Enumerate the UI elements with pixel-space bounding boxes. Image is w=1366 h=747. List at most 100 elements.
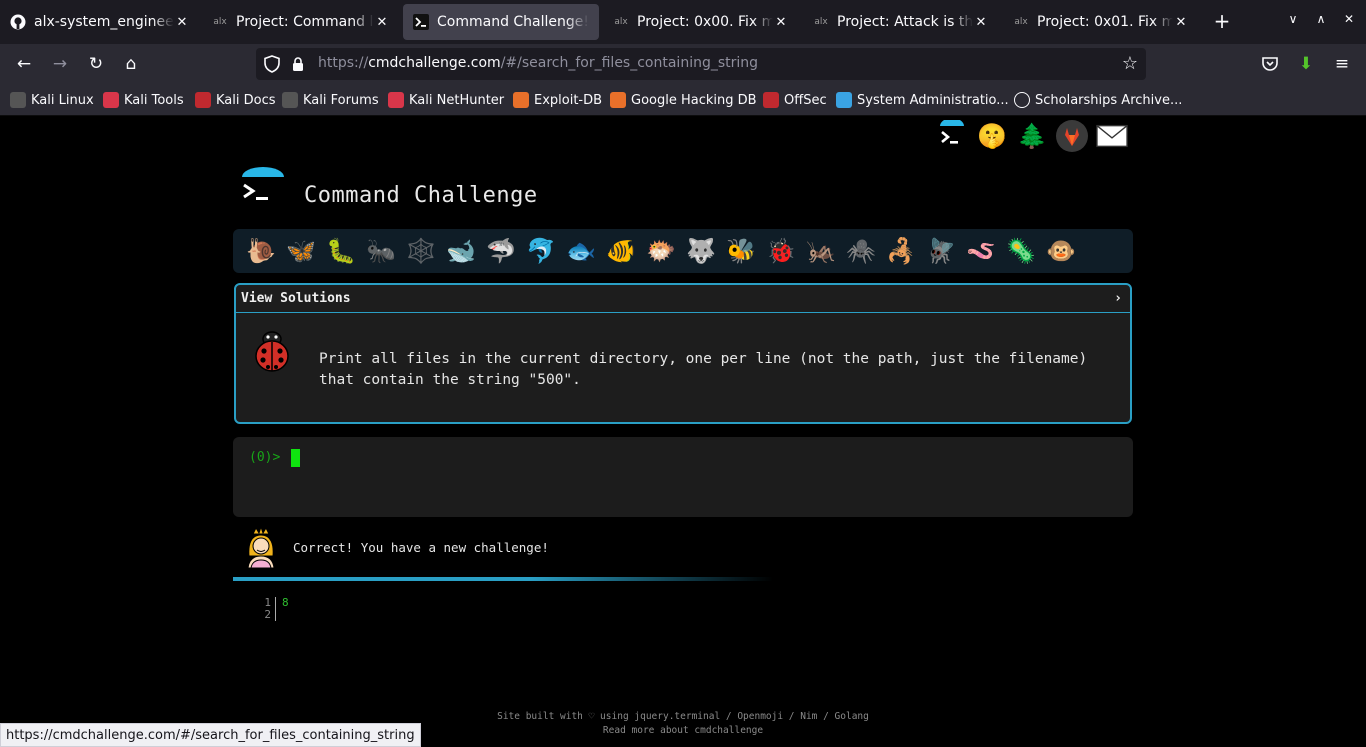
shark-icon[interactable]: 🦈 bbox=[481, 231, 521, 271]
hamburger-menu-icon[interactable]: ≡ bbox=[1330, 52, 1354, 76]
alx-icon: alx bbox=[213, 17, 227, 27]
bookmark-kali-docs[interactable]: Kali Docs bbox=[195, 92, 276, 108]
terminal-icon bbox=[413, 14, 429, 30]
bee-icon[interactable]: 🐝 bbox=[721, 231, 761, 271]
sysadmin-icon bbox=[836, 92, 852, 108]
bookmark-star-icon[interactable]: ☆ bbox=[1122, 53, 1138, 74]
bookmark-kali-nethunter[interactable]: Kali NetHunter bbox=[388, 92, 504, 108]
close-tab-icon[interactable]: ✕ bbox=[973, 15, 989, 30]
spider-icon[interactable]: 🕷️ bbox=[841, 231, 881, 271]
kali-docs-icon bbox=[195, 92, 211, 108]
tab-command-challenge[interactable]: Command Challenge! bbox=[403, 4, 599, 40]
address-bar[interactable]: https://cmdchallenge.com/#/search_for_fi… bbox=[256, 48, 1146, 80]
bookmark-exploit-db[interactable]: Exploit-DB bbox=[513, 92, 602, 108]
output-row: 2 bbox=[262, 609, 289, 621]
tab-github[interactable]: alx-system_engineering-devops ✕ bbox=[0, 4, 200, 40]
lock-icon[interactable] bbox=[292, 56, 304, 76]
caterpillar-icon[interactable]: 🐛 bbox=[321, 231, 361, 271]
bookmark-kali-forums[interactable]: Kali Forums bbox=[282, 92, 379, 108]
challenge-emoji-bar: 🐌 🦋 🐛 🐜 🕸️ 🐋 🦈 🐬 🐟 🐠 🐡 🐺 🐝 🐞 🦗 🕷️ 🦂 🪰 🪱 … bbox=[233, 229, 1133, 273]
ant-icon[interactable]: 🐜 bbox=[361, 231, 401, 271]
pocket-icon[interactable] bbox=[1258, 52, 1282, 76]
header-icon-links: 🤫 🌲 bbox=[936, 120, 1128, 152]
page-content: 🤫 🌲 Command Challenge 🐌 🦋 🐛 🐜 🕸️ 🐋 🦈 🐬 🐟… bbox=[0, 117, 1366, 747]
shushing-face-icon[interactable]: 🤫 bbox=[976, 120, 1008, 152]
snail-icon[interactable]: 🐌 bbox=[241, 231, 281, 271]
back-arrow-icon[interactable]: ← bbox=[12, 52, 36, 76]
fly-icon[interactable]: 🪰 bbox=[921, 231, 961, 271]
home-icon[interactable]: ⌂ bbox=[119, 52, 143, 76]
offsec-icon bbox=[763, 92, 779, 108]
terminal-prompt: (0)> bbox=[249, 450, 281, 465]
feedback-text: Correct! You have a new challenge! bbox=[293, 540, 549, 555]
worm-icon[interactable]: 🪱 bbox=[961, 231, 1001, 271]
ladybug-icon bbox=[254, 329, 290, 377]
tab-command-line[interactable]: alx Project: Command line for beginners … bbox=[202, 4, 400, 40]
forward-arrow-icon[interactable]: → bbox=[48, 52, 72, 76]
reload-icon[interactable]: ↻ bbox=[84, 52, 108, 76]
status-url-tooltip: https://cmdchallenge.com/#/search_for_fi… bbox=[0, 723, 421, 747]
butterfly-icon[interactable]: 🦋 bbox=[281, 231, 321, 271]
tab-fix-my-code-0x01[interactable]: alx Project: 0x01. Fix my code ✕ bbox=[1003, 4, 1199, 40]
view-solutions-toggle[interactable]: View Solutions › bbox=[236, 285, 1130, 313]
spider-web-icon[interactable]: 🕸️ bbox=[401, 231, 441, 271]
close-tab-icon[interactable]: ✕ bbox=[1173, 15, 1189, 30]
close-tab-icon[interactable]: ✕ bbox=[773, 15, 789, 30]
output-value: 8 bbox=[282, 596, 289, 609]
bookmark-kali-linux[interactable]: Kali Linux bbox=[10, 92, 94, 108]
line-number: 2 bbox=[262, 609, 276, 621]
blowfish-icon[interactable]: 🐡 bbox=[641, 231, 681, 271]
site-logo-icon[interactable] bbox=[240, 167, 286, 209]
tab-fix-my-code-0x00[interactable]: alx Project: 0x00. Fix my code ✕ bbox=[603, 4, 799, 40]
tree-icon[interactable]: 🌲 bbox=[1016, 120, 1048, 152]
bookmark-kali-tools[interactable]: Kali Tools bbox=[103, 92, 184, 108]
globe-icon bbox=[1014, 92, 1030, 108]
envelope-icon[interactable] bbox=[1096, 120, 1128, 152]
progress-bar bbox=[233, 577, 773, 581]
kali-nethunter-icon bbox=[388, 92, 404, 108]
github-icon bbox=[10, 14, 26, 30]
scorpion-icon[interactable]: 🦂 bbox=[881, 231, 921, 271]
bookmark-offsec[interactable]: OffSec bbox=[763, 92, 827, 108]
challenge-panel: View Solutions › Print all files in the … bbox=[234, 283, 1132, 424]
exploit-db-icon bbox=[513, 92, 529, 108]
ladybug-icon[interactable]: 🐞 bbox=[761, 231, 801, 271]
output-value bbox=[276, 609, 282, 621]
alx-icon: alx bbox=[814, 17, 828, 27]
alx-icon: alx bbox=[614, 17, 628, 27]
output-panel: 1 8 2 bbox=[262, 597, 289, 621]
fish-icon[interactable]: 🐟 bbox=[561, 231, 601, 271]
tab-list-chevron-down-icon[interactable]: ∨ bbox=[1283, 12, 1303, 26]
bookmark-system-administration[interactable]: System Administratio... bbox=[836, 92, 1009, 108]
cricket-icon[interactable]: 🦗 bbox=[801, 231, 841, 271]
footer-credits: Site built with ♡ using jquery.terminal … bbox=[497, 711, 869, 722]
page-title: Command Challenge bbox=[304, 183, 538, 208]
terminal-input[interactable]: (0)> bbox=[233, 437, 1133, 517]
dolphin-icon[interactable]: 🐬 bbox=[521, 231, 561, 271]
new-tab-plus-icon[interactable]: + bbox=[1210, 10, 1234, 32]
tracking-shield-icon[interactable] bbox=[264, 55, 280, 77]
microbe-icon[interactable]: 🦠 bbox=[1001, 231, 1041, 271]
tropical-fish-icon[interactable]: 🐠 bbox=[601, 231, 641, 271]
terminal-cursor bbox=[291, 449, 300, 467]
whale-icon[interactable]: 🐋 bbox=[441, 231, 481, 271]
challenge-description: Print all files in the current directory… bbox=[319, 351, 1088, 388]
close-tab-icon[interactable]: ✕ bbox=[374, 15, 390, 30]
kali-dragon-icon bbox=[10, 92, 26, 108]
tab-attack-defense[interactable]: alx Project: Attack is the best defense … bbox=[803, 4, 999, 40]
alx-icon: alx bbox=[1014, 17, 1028, 27]
cmdchallenge-logo-icon[interactable] bbox=[936, 120, 968, 152]
view-solutions-label: View Solutions bbox=[241, 291, 351, 306]
princess-face-icon bbox=[245, 525, 277, 572]
kali-tools-icon bbox=[103, 92, 119, 108]
navigation-toolbar: ← → ↻ ⌂ https://cmdchallenge.com/#/searc… bbox=[0, 44, 1366, 84]
tab-scroll-chevron-up-icon[interactable]: ∧ bbox=[1311, 12, 1331, 26]
window-close-icon[interactable]: ✕ bbox=[1339, 12, 1359, 26]
wolf-icon[interactable]: 🐺 bbox=[681, 231, 721, 271]
close-tab-icon[interactable]: ✕ bbox=[174, 15, 190, 30]
monkey-icon[interactable]: 🐵 bbox=[1041, 231, 1081, 271]
gitlab-icon[interactable] bbox=[1056, 120, 1088, 152]
bookmark-scholarships[interactable]: Scholarships Archive... bbox=[1014, 92, 1182, 108]
download-arrow-icon[interactable]: ⬇ bbox=[1294, 52, 1318, 76]
bookmark-google-hacking-db[interactable]: Google Hacking DB bbox=[610, 92, 757, 108]
